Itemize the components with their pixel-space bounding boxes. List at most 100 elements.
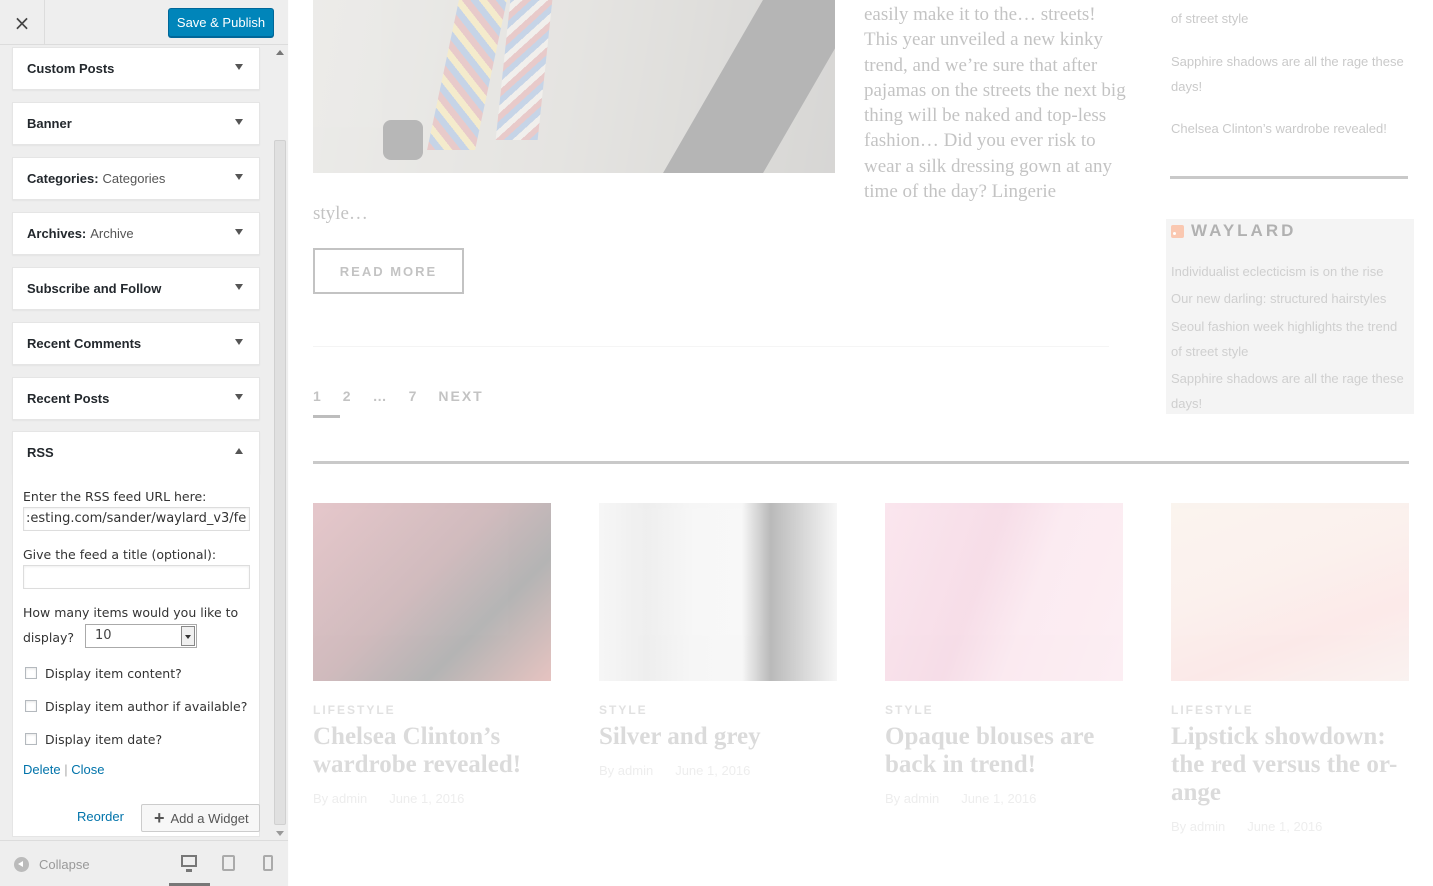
collapse-icon <box>14 857 29 872</box>
display-date-checkbox[interactable] <box>25 733 37 745</box>
rss-widget-preview: WAYLARD Individualist eclecticism is on … <box>1166 219 1414 414</box>
widget-custom-posts[interactable]: Custom Posts <box>12 47 260 90</box>
image-detail <box>495 0 553 140</box>
post-card: STYLE Silver and grey By admin June 1, 20… <box>599 503 837 778</box>
display-date-label: Display item date? <box>45 732 163 747</box>
sidebar-post-link[interactable]: Chelsea Clinton’s wardrobe revealed! <box>1171 116 1411 141</box>
widget-subtitle: Archive <box>90 226 134 241</box>
chevron-down-icon[interactable] <box>235 119 243 125</box>
customizer-header: × Save & Publish <box>0 0 288 45</box>
widget-title: Categories: <box>27 171 99 186</box>
chevron-down-icon[interactable] <box>235 229 243 235</box>
display-content-label: Display item content? <box>45 666 182 681</box>
post-category[interactable]: LIFESTYLE <box>313 703 551 717</box>
next-page-link[interactable]: NEXT <box>438 388 483 404</box>
add-widget-button[interactable]: + Add a Widget <box>141 804 260 832</box>
sidebar-scrollbar[interactable] <box>272 45 288 840</box>
post-title[interactable]: Lipstick showdown: the red versus the or… <box>1171 723 1409 807</box>
rss-widget-title[interactable]: WAYLARD <box>1171 221 1296 241</box>
desktop-preview-icon[interactable] <box>181 855 197 872</box>
post-category[interactable]: STYLE <box>885 703 1123 717</box>
featured-image[interactable] <box>313 0 835 173</box>
post-category[interactable]: STYLE <box>599 703 837 717</box>
post-thumbnail[interactable] <box>313 503 551 681</box>
post-author[interactable]: By admin <box>1171 819 1225 834</box>
feed-title-label: Give the feed a title (optional): <box>23 547 217 562</box>
chevron-down-icon[interactable] <box>235 64 243 70</box>
post-author[interactable]: By admin <box>885 791 939 806</box>
rss-item-link[interactable]: Sapphire shadows are all the rage these … <box>1171 366 1411 416</box>
widget-subscribe-follow[interactable]: Subscribe and Follow <box>12 267 260 310</box>
close-link[interactable]: Close <box>71 762 104 777</box>
scroll-down-icon[interactable] <box>276 831 284 836</box>
display-author-checkbox[interactable] <box>25 700 37 712</box>
post-title[interactable]: Silver and grey <box>599 723 837 751</box>
widget-recent-comments[interactable]: Recent Comments <box>12 322 260 365</box>
widget-rss[interactable]: RSS <box>12 431 260 474</box>
rss-item-link[interactable]: Seoul fashion week highlights the trend … <box>1171 314 1411 364</box>
widget-categories[interactable]: Categories: Categories <box>12 157 260 200</box>
sidebar-post-link[interactable]: Sapphire shadows are all the rage these … <box>1171 49 1411 99</box>
pagination: 1 2 … 7 NEXT <box>313 388 504 404</box>
rss-icon <box>1171 224 1184 238</box>
mobile-preview-icon[interactable] <box>263 855 273 871</box>
items-count-select[interactable]: 10 <box>85 624 197 648</box>
post-author[interactable]: By admin <box>599 763 653 778</box>
site-preview: easily make it to the… streets! This yea… <box>289 0 1433 886</box>
post-author[interactable]: By admin <box>313 791 367 806</box>
chevron-up-icon[interactable] <box>235 448 243 454</box>
widget-title: Recent Posts <box>27 391 110 406</box>
close-icon[interactable]: × <box>0 0 45 45</box>
delete-link[interactable]: Delete <box>23 762 61 777</box>
page-ellipsis: … <box>372 388 389 404</box>
widget-archives[interactable]: Archives: Archive <box>12 212 260 255</box>
widget-actions: Delete | Close <box>23 762 104 777</box>
post-thumbnail[interactable] <box>1171 503 1409 681</box>
post-excerpt-tail: style… <box>313 203 368 224</box>
save-publish-button[interactable]: Save & Publish <box>168 8 274 37</box>
post-card: STYLE Opaque blouses are back in trend! … <box>885 503 1123 806</box>
rss-item-link[interactable]: Individualist eclecticism is on the rise <box>1171 259 1411 284</box>
post-category[interactable]: LIFESTYLE <box>1171 703 1409 717</box>
chevron-down-icon[interactable] <box>235 174 243 180</box>
post-date: June 1, 2016 <box>675 763 751 778</box>
chevron-down-icon[interactable] <box>235 339 243 345</box>
widget-title: Archives: <box>27 226 87 241</box>
read-more-button[interactable]: READ MORE <box>313 248 464 294</box>
post-title[interactable]: Opaque blouses are back in trend! <box>885 723 1123 779</box>
image-detail <box>663 0 835 173</box>
widget-recent-posts[interactable]: Recent Posts <box>12 377 260 420</box>
display-author-label: Display item author if available? <box>45 699 248 714</box>
chevron-down-icon[interactable] <box>181 626 195 646</box>
display-content-checkbox[interactable] <box>25 667 37 679</box>
reorder-link[interactable]: Reorder <box>77 809 124 824</box>
post-thumbnail[interactable] <box>885 503 1123 681</box>
post-meta: By admin June 1, 2016 <box>313 791 551 806</box>
widget-subtitle: Categories <box>102 171 166 186</box>
widget-banner[interactable]: Banner <box>12 102 260 145</box>
scroll-up-icon[interactable] <box>276 50 284 55</box>
items-count-label: How many items would you like to <box>23 605 239 620</box>
current-page-indicator <box>313 415 340 418</box>
page-link[interactable]: 2 <box>343 388 353 404</box>
post-meta: By admin June 1, 2016 <box>885 791 1123 806</box>
page-link[interactable]: 7 <box>409 388 419 404</box>
rss-url-input[interactable]: :esting.com/sander/waylard_v3/fe <box>23 507 250 531</box>
post-date: June 1, 2016 <box>389 791 465 806</box>
sidebar-post-link[interactable]: of street style <box>1171 6 1411 31</box>
scroll-thumb[interactable] <box>274 140 286 825</box>
post-thumbnail[interactable] <box>599 503 837 681</box>
customizer-sidebar: × Save & Publish Custom Posts Banner Cat… <box>0 0 288 886</box>
tablet-preview-icon[interactable] <box>222 855 235 871</box>
page-link[interactable]: 1 <box>313 388 323 404</box>
separator: | <box>64 762 68 777</box>
rss-item-link[interactable]: Our new darling: structured hairstyles <box>1171 286 1411 311</box>
feed-title-input[interactable] <box>23 565 250 589</box>
chevron-down-icon[interactable] <box>235 394 243 400</box>
chevron-down-icon[interactable] <box>235 284 243 290</box>
post-meta: By admin June 1, 2016 <box>1171 819 1409 834</box>
post-title[interactable]: Chelsea Clinton’s wardrobe revealed! <box>313 723 551 779</box>
post-card: LIFESTYLE Lipstick showdown: the red ver… <box>1171 503 1409 834</box>
collapse-button[interactable]: Collapse <box>14 857 90 872</box>
rss-url-label: Enter the RSS feed URL here: <box>23 489 207 504</box>
